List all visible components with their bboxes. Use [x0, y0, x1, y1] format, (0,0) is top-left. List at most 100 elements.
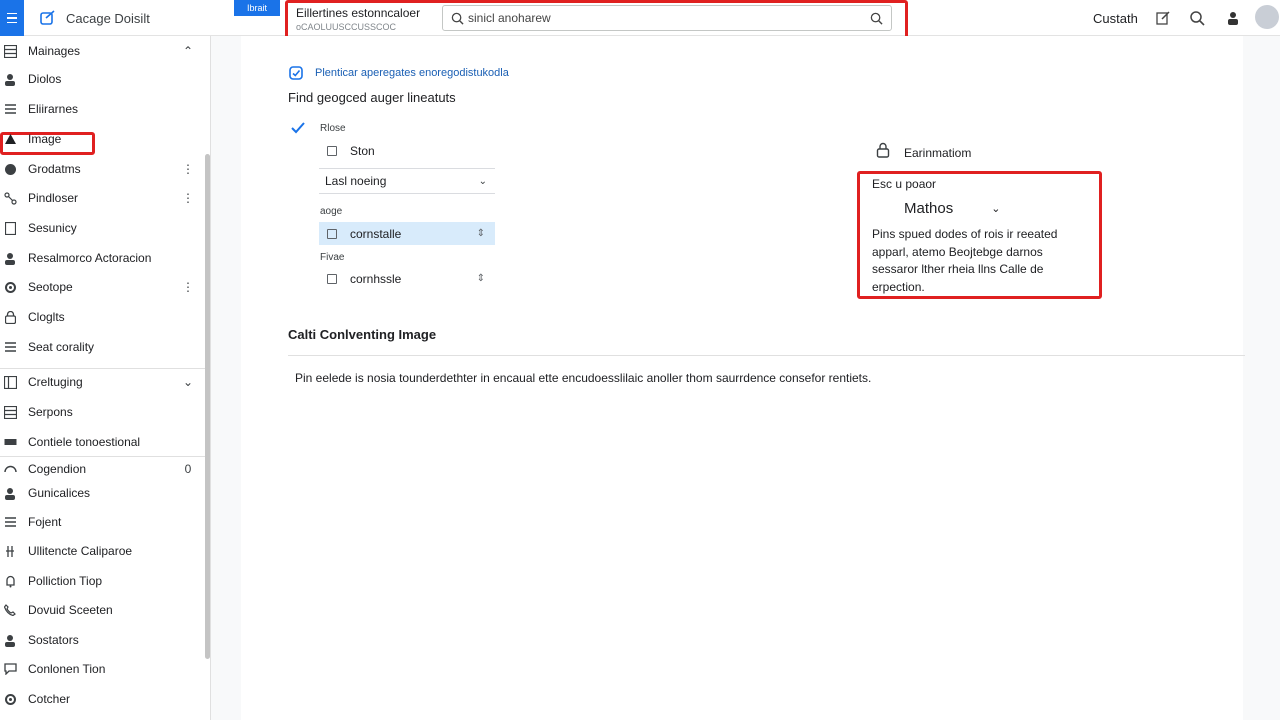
- sidebar-item[interactable]: Conlonen Tion: [0, 655, 200, 683]
- section-title: Find geogced auger lineatuts: [288, 90, 456, 105]
- doc-icon: [2, 220, 18, 236]
- sidebar-item[interactable]: Diolos: [0, 65, 200, 93]
- lock-icon: [876, 142, 890, 158]
- sidebar-item[interactable]: Seotope ⋮: [0, 273, 200, 301]
- sidebar-item-label: Creltuging: [28, 375, 83, 389]
- sidebar-item-label: Seotope: [28, 280, 73, 294]
- sort-arrows-icon[interactable]: ⇕: [477, 273, 485, 284]
- sidebar-item-label: Resalmorco Actoracion: [28, 251, 152, 265]
- search-input[interactable]: sinicl anoharew: [442, 5, 892, 31]
- sidebar-item-label: Sostators: [28, 633, 79, 647]
- info-line-text: Plenticar aperegates enoregodistukodla: [315, 67, 509, 79]
- sidebar-item[interactable]: Resalmorco Actoracion: [0, 244, 200, 272]
- count-badge[interactable]: 0: [180, 462, 196, 476]
- sort-arrows-icon[interactable]: ⇕: [477, 228, 485, 239]
- gear-icon: [2, 279, 18, 295]
- search-icon[interactable]: [1188, 9, 1206, 27]
- sidebar-item-label: Cogendion: [28, 462, 87, 476]
- sidebar-item-label: Dovuid Sceeten: [28, 603, 113, 617]
- option-label: cornstalle: [350, 226, 402, 241]
- section-divider: [288, 355, 1245, 356]
- sidebar-item-label: Seat corality: [28, 340, 95, 354]
- section2-text: Pin eelede is nosia tounderdethter in en…: [295, 371, 872, 385]
- phone-icon: [2, 602, 18, 618]
- sidebar-item[interactable]: Dovuid Sceeten: [0, 596, 200, 624]
- sidebar-item[interactable]: Eliirarnes: [0, 95, 200, 123]
- chevron-up-icon[interactable]: ⌃: [180, 44, 196, 58]
- sidebar-item[interactable]: Creltuging ⌄: [0, 368, 200, 396]
- more-vert-icon[interactable]: ⋮: [180, 280, 196, 294]
- info-panel-label: Esc u poaor: [872, 177, 937, 191]
- select-value: Lasl noeing: [325, 174, 387, 188]
- grid-icon: [2, 404, 18, 420]
- sidebar-item[interactable]: Cloglts: [0, 303, 200, 331]
- sidebar-item-label: Polliction Tiop: [28, 574, 103, 588]
- sidebar-item[interactable]: Polliction Tiop: [0, 567, 200, 595]
- search-submit-icon[interactable]: [870, 12, 883, 25]
- main-area: Plenticar aperegates enoregodistukodla F…: [211, 36, 1280, 720]
- sidebar-item[interactable]: Image: [0, 125, 200, 153]
- sidebar-item[interactable]: Fojent: [0, 508, 200, 536]
- sidebar-item[interactable]: Ullitencte Caliparoe: [0, 537, 200, 565]
- circle-icon: [2, 161, 18, 177]
- label-rlose: Rlose: [320, 123, 346, 134]
- table-icon: [2, 374, 18, 390]
- option-row-selected[interactable]: cornstalle ⇕: [319, 222, 495, 245]
- sidebar-item-label: Contiele tonoestional: [28, 435, 141, 449]
- sidebar-item[interactable]: Cotcher: [0, 685, 200, 713]
- sidebar-item-label: Cloglts: [28, 310, 65, 324]
- checkbox[interactable]: [327, 145, 337, 156]
- option-label: cornhssle: [350, 271, 402, 286]
- information-title: Earinmatiom: [904, 146, 972, 160]
- nodes-icon: [2, 190, 18, 206]
- chevron-down-icon[interactable]: ⌄: [180, 375, 196, 389]
- user-label[interactable]: Custath: [1093, 11, 1138, 26]
- sidebar-item-label: Conlonen Tion: [28, 662, 106, 676]
- tag-badge[interactable]: Ibrait: [234, 0, 280, 16]
- chat-icon: [2, 661, 18, 677]
- sidebar: Mainages ⌃ Diolos Eliirarnes Image Grodatms ⋮ P…: [0, 36, 211, 720]
- person-icon: [2, 632, 18, 648]
- option-row-ston[interactable]: Ston: [319, 139, 495, 162]
- app-title: Cacage Doisilt: [66, 11, 150, 26]
- sidebar-item[interactable]: Contiele tonoestional: [0, 428, 200, 456]
- sidebar-scrollbar[interactable]: [205, 154, 210, 659]
- info-line[interactable]: Plenticar aperegates enoregodistukodla: [289, 66, 509, 80]
- sidebar-item[interactable]: Pindloser ⋮: [0, 184, 200, 212]
- sidebar-item[interactable]: Gunicalices: [0, 479, 200, 507]
- label-fivae: Fivae: [320, 252, 345, 263]
- checkbox[interactable]: [327, 228, 337, 239]
- person-icon: [2, 250, 18, 266]
- section2-title: Calti Conlventing Image: [288, 327, 437, 342]
- gear-icon: [2, 691, 18, 707]
- checkbox[interactable]: [327, 273, 337, 284]
- sidebar-item[interactable]: Grodatms ⋮: [0, 155, 200, 183]
- sort-select[interactable]: Lasl noeing ⌄: [319, 168, 495, 194]
- sidebar-item[interactable]: Seat corality: [0, 333, 200, 361]
- edit-icon[interactable]: [1154, 9, 1172, 27]
- sidebar-item[interactable]: Serpons: [0, 398, 200, 426]
- list-icon: [2, 514, 18, 530]
- sidebar-item-label: Ullitencte Caliparoe: [28, 544, 133, 558]
- menu-button[interactable]: [0, 0, 24, 36]
- sidebar-item[interactable]: Sesunicy: [0, 214, 200, 242]
- sidebar-item-label: Sesunicy: [28, 221, 77, 235]
- method-select-value: Mathos: [904, 200, 954, 217]
- avatar[interactable]: [1255, 5, 1279, 29]
- app-logo-icon: [40, 10, 55, 25]
- person-icon: [2, 71, 18, 87]
- option-row-last[interactable]: cornhssle ⇕: [319, 267, 495, 290]
- account-icon[interactable]: [1224, 9, 1242, 27]
- triangle-icon: [2, 131, 18, 147]
- more-vert-icon[interactable]: ⋮: [180, 162, 196, 176]
- more-vert-icon[interactable]: ⋮: [180, 191, 196, 205]
- info-panel-description: Pins spued dodes of rois ir reeated appa…: [872, 227, 1058, 294]
- list-icon: [2, 339, 18, 355]
- search-icon: [451, 12, 464, 25]
- menu-icon: [7, 11, 17, 25]
- sidebar-item[interactable]: Sostators: [0, 626, 200, 654]
- method-select[interactable]: Mathos ⌄: [904, 200, 1000, 217]
- sidebar-item[interactable]: Mainages ⌃: [0, 37, 200, 65]
- content-panel: Plenticar aperegates enoregodistukodla F…: [241, 36, 1245, 720]
- bell-icon: [2, 573, 18, 589]
